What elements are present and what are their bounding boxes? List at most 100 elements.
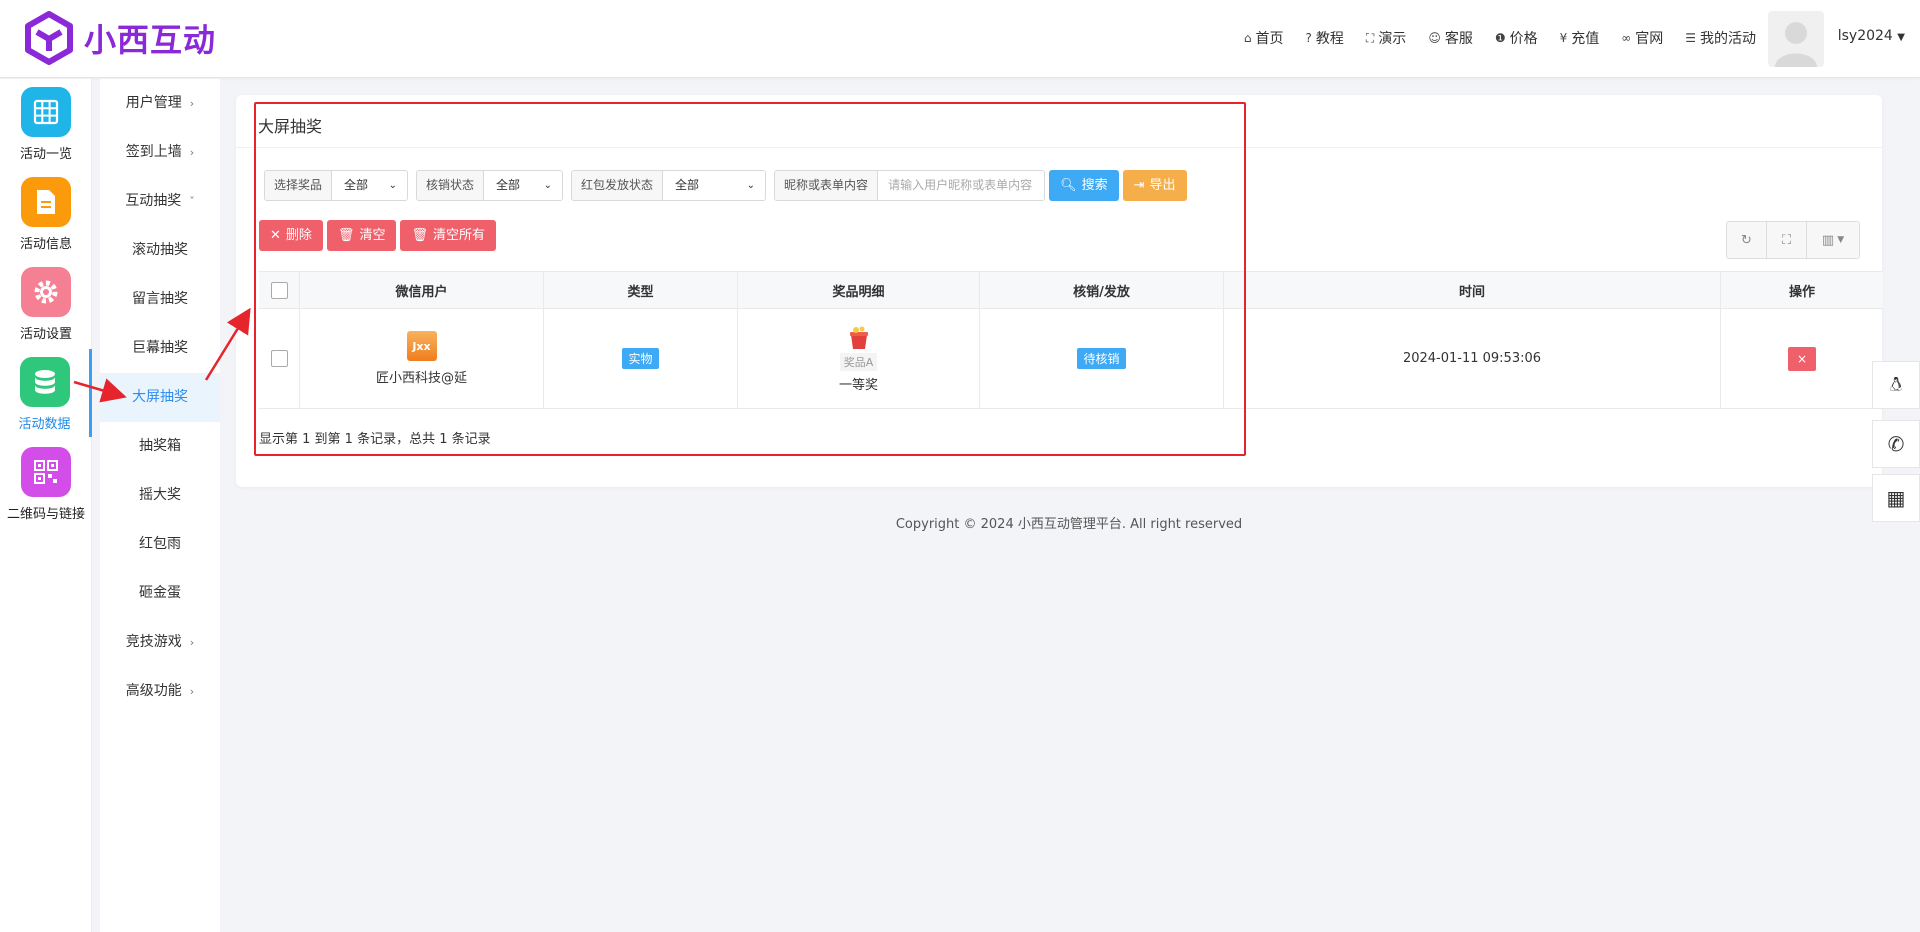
pagination-summary: 显示第 1 到第 1 条记录，总共 1 条记录	[259, 432, 491, 447]
delete-button[interactable]: ✕ 删除	[259, 220, 323, 251]
submenu-advanced-features[interactable]: 高级功能 ›	[100, 667, 220, 716]
phone-contact-button[interactable]: ✆	[1872, 420, 1920, 468]
submenu-signin-wall[interactable]: 签到上墙 ›	[100, 128, 220, 177]
submenu-item-golden-egg[interactable]: 砸金蛋	[100, 569, 220, 618]
submenu-item-scroll-lottery[interactable]: 滚动抽奖	[100, 226, 220, 275]
document-icon	[21, 177, 71, 227]
type-badge: 实物	[622, 348, 659, 369]
user-avatar-image: Jxx	[406, 331, 437, 361]
header-user[interactable]: 微信用户	[300, 272, 544, 308]
nav-recharge[interactable]: ¥ 充值	[1560, 28, 1600, 48]
caret-down-icon: ▼	[1897, 32, 1905, 43]
user-menu[interactable]: lsy2024 ▼	[1838, 28, 1905, 44]
submenu-competitive-games[interactable]: 竞技游戏 ›	[100, 618, 220, 667]
qq-contact-button[interactable]: 🐧︎	[1872, 361, 1920, 409]
table-toolbar: ↻ ⛶ ▥ ▼	[1726, 221, 1860, 259]
table-header: 微信用户 类型 奖品明细 核销/发放 时间 操作	[259, 271, 1883, 309]
nav-my-activities[interactable]: ☰ 我的活动	[1685, 28, 1756, 48]
caret-down-icon: ⌄	[388, 180, 398, 191]
list-icon: ☰	[1685, 31, 1696, 45]
caret-down-icon: ⌄	[543, 180, 553, 191]
redpack-filter: 红包发放状态 全部 ⌄	[571, 170, 767, 201]
nav-tutorial[interactable]: ? 教程	[1306, 28, 1344, 48]
user-nickname: 匠小西科技@延	[375, 371, 467, 386]
columns-toggle-button[interactable]: ▥ ▼	[1807, 222, 1859, 258]
icon-sidebar: 活动一览 活动信息 活动设置 活动数据 二维码与链接	[0, 79, 92, 932]
records-table: 微信用户 类型 奖品明细 核销/发放 时间 操作 Jxx 匠小西科技@延 实物 …	[259, 271, 1883, 409]
qrcode-float-button[interactable]: ▦	[1872, 474, 1920, 522]
keyword-filter: 昵称或表单内容 请输入用户昵称或表单内容	[774, 170, 1046, 201]
fullscreen-icon: ⛶	[1365, 30, 1375, 45]
chevron-right-icon: ›	[189, 636, 195, 649]
nav-home[interactable]: ⌂ 首页	[1244, 28, 1284, 48]
filter-bar: 选择奖品 全部 ⌄ 核销状态 全部 ⌄ 红包发放状态 全部 ⌄ 昵称或表单内容 请输入…	[264, 170, 1187, 201]
info-icon: ❶	[1494, 31, 1506, 45]
prize-select[interactable]: 全部 ⌄	[332, 171, 408, 200]
select-all-checkbox[interactable]	[270, 281, 288, 299]
top-nav: ⌂ 首页 ? 教程 ⛶ 演示 ☺ 客服 ❶ 价格 ¥ 充值 ∞ 官网 ☰ 我的活动	[1244, 28, 1756, 48]
prize-gift-icon	[849, 326, 868, 349]
chevron-right-icon: ›	[189, 146, 195, 159]
row-time: 2024-01-11 09:53:06	[1224, 309, 1721, 408]
header-time[interactable]: 时间	[1224, 272, 1721, 308]
main-card: 大屏抽奖 选择奖品 全部 ⌄ 核销状态 全部 ⌄ 红包发放状态 全部 ⌄ 昵称或表单内…	[236, 95, 1883, 487]
export-button[interactable]: ⇥ 导出	[1122, 170, 1187, 201]
submenu-interactive-lottery[interactable]: 互动抽奖 ˇ	[100, 177, 220, 226]
header-prize[interactable]: 奖品明细	[738, 272, 980, 308]
close-icon: ✕	[270, 228, 281, 243]
export-icon: ⇥	[1133, 178, 1145, 193]
search-button[interactable]: 🔍︎ 搜索	[1049, 170, 1119, 201]
qrcode-icon	[21, 447, 71, 497]
user-avatar[interactable]	[1768, 11, 1824, 67]
row-checkbox[interactable]	[270, 350, 288, 367]
top-header: 小西互动 ⌂ 首页 ? 教程 ⛶ 演示 ☺ 客服 ❶ 价格 ¥ 充值 ∞ 官网 ☰ 我的活动 l…	[0, 0, 1920, 78]
verify-filter: 核销状态 全部 ⌄	[416, 170, 564, 201]
qrcode-icon: ▦	[1886, 486, 1906, 510]
columns-icon: ▥	[1821, 232, 1835, 248]
refresh-button[interactable]: ↻	[1727, 222, 1767, 258]
caret-down-icon: ▼	[1837, 235, 1845, 245]
submenu-item-lottery-box[interactable]: 抽奖箱	[100, 422, 220, 471]
iconbar-item-overview[interactable]: 活动一览	[0, 79, 92, 167]
action-bar: ✕ 删除 🗑︎ 清空 🗑︎ 清空所有	[259, 220, 496, 251]
submenu-user-management[interactable]: 用户管理 ›	[100, 79, 220, 128]
caret-down-icon: ⌄	[746, 180, 756, 191]
annotation-arrows	[73, 307, 251, 403]
prize-level: 一等奖	[838, 377, 878, 393]
header-type[interactable]: 类型	[544, 272, 738, 308]
title-divider	[236, 147, 1882, 148]
redpack-status-select[interactable]: 全部 ⌄	[663, 171, 766, 200]
home-icon: ⌂	[1243, 31, 1252, 45]
grid-icon	[21, 87, 71, 137]
header-operation: 操作	[1788, 284, 1815, 300]
page-title: 大屏抽奖	[258, 117, 323, 136]
keyword-input[interactable]: 请输入用户昵称或表单内容	[878, 171, 1045, 200]
chevron-right-icon: ›	[189, 97, 195, 110]
prize-item-name: 奖品A	[839, 352, 878, 371]
user-silhouette-icon	[1775, 22, 1817, 67]
nav-service[interactable]: ☺ 客服	[1428, 28, 1473, 48]
clear-button[interactable]: 🗑︎ 清空	[326, 220, 397, 251]
prize-filter: 选择奖品 全部 ⌄	[264, 170, 409, 201]
brand-logo[interactable]: 小西互动	[24, 11, 216, 65]
brand-name: 小西互动	[84, 21, 217, 59]
iconbar-item-info[interactable]: 活动信息	[0, 169, 92, 257]
nav-price[interactable]: ❶ 价格	[1495, 28, 1538, 48]
status-badge[interactable]: 待核销	[1077, 348, 1126, 369]
nav-official-site[interactable]: ∞ 官网	[1621, 28, 1663, 48]
clear-all-button[interactable]: 🗑︎ 清空所有	[400, 220, 496, 251]
verify-status-select[interactable]: 全部 ⌄	[484, 171, 563, 200]
chevron-down-icon: ˇ	[189, 195, 195, 208]
fullscreen-button[interactable]: ⛶	[1767, 222, 1807, 258]
link-icon: ∞	[1621, 31, 1632, 45]
page-footer: Copyright © 2024 小西互动管理平台. All right res…	[895, 517, 1243, 532]
row-delete-button[interactable]: ×	[1788, 346, 1816, 371]
yen-icon: ¥	[1559, 31, 1568, 45]
logo-cube-icon	[25, 11, 73, 65]
table-row: Jxx 匠小西科技@延 实物 奖品A 一等奖 待核销 2024-01-11 09…	[259, 309, 1883, 409]
trash-icon: 🗑︎	[337, 228, 355, 243]
nav-demo[interactable]: ⛶ 演示	[1366, 28, 1406, 48]
header-status[interactable]: 核销/发放	[980, 272, 1224, 308]
trash-icon: 🗑︎	[411, 228, 428, 243]
fullscreen-icon: ⛶	[1781, 232, 1792, 248]
